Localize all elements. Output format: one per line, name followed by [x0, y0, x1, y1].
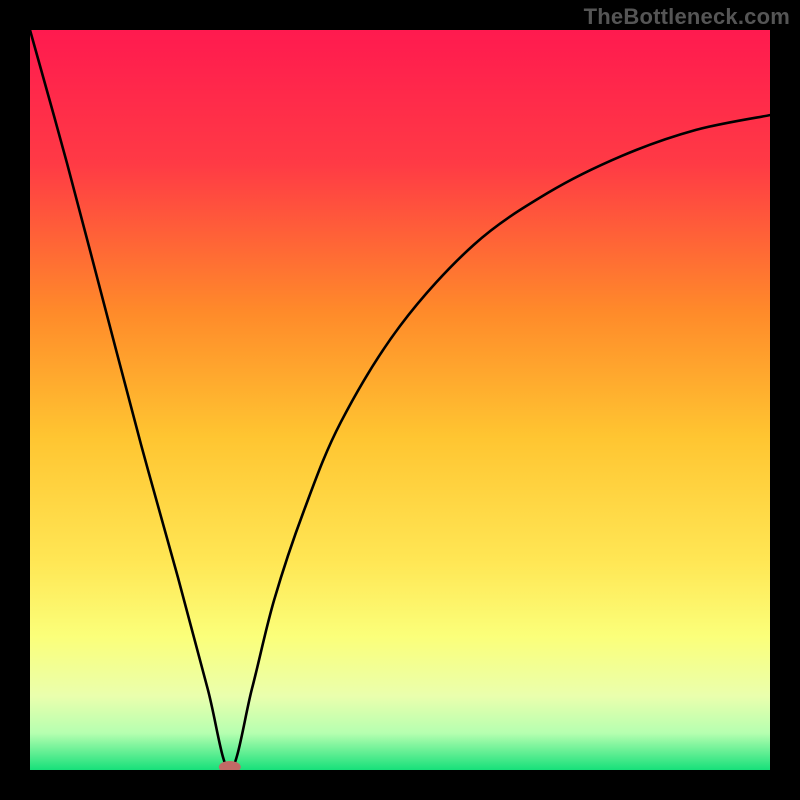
watermark-text: TheBottleneck.com: [584, 4, 790, 30]
plot-area: [30, 30, 770, 770]
chart-frame: TheBottleneck.com: [0, 0, 800, 800]
chart-svg: [30, 30, 770, 770]
